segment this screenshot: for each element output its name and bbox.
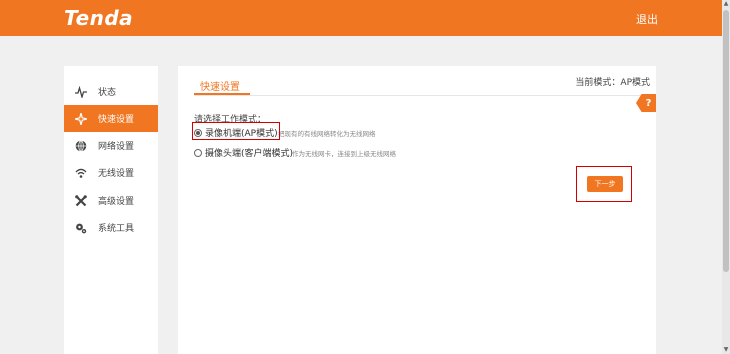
sidebar-item-wireless[interactable]: 无线设置 [64,159,158,186]
sidebar: 状态 快速设置 网络设置 无线设置 高级设置 系统工具 [64,66,158,354]
highlight-box-next [576,166,632,202]
tools-icon [74,194,88,208]
scroll-thumb[interactable] [723,10,729,272]
scroll-up-arrow-icon[interactable]: ▲ [722,0,730,8]
logout-link[interactable]: 退出 [636,11,658,27]
sidebar-item-advanced[interactable]: 高级设置 [64,187,158,214]
sidebar-item-network[interactable]: 网络设置 [64,132,158,159]
wifi-icon [74,166,88,180]
client-mode-description: 作为无线网卡，连接到上级无线网络 [292,150,396,158]
globe-icon [74,139,88,153]
client-mode-radio[interactable] [194,148,202,157]
wizard-icon [74,112,88,126]
sidebar-item-quick-setup[interactable]: 快速设置 [64,105,158,132]
sidebar-item-status[interactable]: 状态 [64,78,158,105]
sidebar-item-label: 无线设置 [98,169,135,179]
pulse-icon [74,85,88,99]
sidebar-item-label: 系统工具 [98,224,135,234]
option-client-mode[interactable]: 摄像头端(客户端模式) [194,146,293,159]
sidebar-item-label: 快速设置 [98,115,135,125]
sidebar-item-label: 状态 [98,88,117,98]
sidebar-item-label: 高级设置 [98,197,135,207]
client-mode-label[interactable]: 摄像头端(客户端模式) [205,146,293,159]
main-panel: 快速设置 当前模式：AP模式 ? 请选择工作模式： 录像机端(AP模式) 把现有… [178,66,656,354]
sidebar-item-system-tools[interactable]: 系统工具 [64,214,158,241]
top-bar: Tenda 退出 [0,0,722,36]
tab-divider [194,95,642,96]
active-tab-underline [194,93,250,95]
scroll-down-arrow-icon[interactable]: ▼ [722,346,730,354]
current-mode-label: 当前模式：AP模式 [575,78,650,88]
ap-mode-description: 把现有的有线网络转化为无线网络 [278,130,376,138]
gears-icon [74,221,88,235]
help-button[interactable]: ? [636,94,656,112]
sidebar-item-label: 网络设置 [98,142,135,152]
tenda-logo: Tenda [64,6,134,30]
highlight-box-ap-mode [192,122,280,140]
vertical-scrollbar[interactable]: ▲ ▼ [722,0,730,354]
